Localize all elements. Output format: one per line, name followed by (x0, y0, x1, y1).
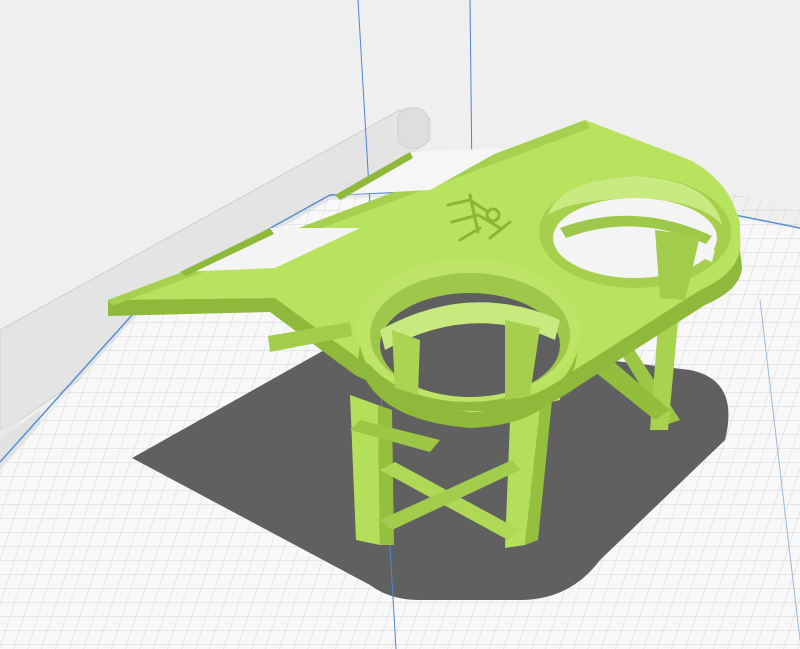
3d-viewport[interactable] (0, 0, 800, 649)
